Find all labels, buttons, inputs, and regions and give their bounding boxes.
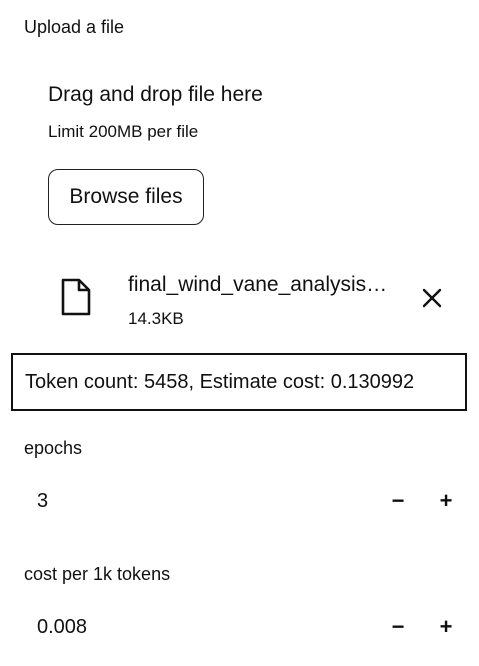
epochs-label: epochs xyxy=(24,438,83,458)
browse-files-button[interactable]: Browse files xyxy=(48,169,204,225)
dropzone-limit-text: Limit 200MB per file xyxy=(48,122,199,141)
close-icon xyxy=(422,288,442,308)
upload-label: Upload a file xyxy=(24,17,125,37)
epochs-increment-button[interactable]: + xyxy=(428,483,464,519)
cost-per-1k-input[interactable] xyxy=(24,605,376,649)
cost-decrement-button[interactable]: − xyxy=(380,609,416,645)
file-icon xyxy=(60,278,92,316)
dropzone-title: Drag and drop file here xyxy=(48,83,263,106)
epochs-input[interactable] xyxy=(24,479,376,523)
cost-increment-button[interactable]: + xyxy=(428,609,464,645)
uploaded-file-name: final_wind_vane_analysis… xyxy=(128,273,388,296)
token-count-output: Token count: 5458, Estimate cost: 0.1309… xyxy=(11,353,467,411)
cost-label: cost per 1k tokens xyxy=(24,564,171,584)
epochs-decrement-button[interactable]: − xyxy=(380,483,416,519)
token-count-text: Token count: 5458, Estimate cost: 0.1309… xyxy=(25,370,415,393)
uploaded-file-size: 14.3KB xyxy=(128,309,184,328)
remove-file-button[interactable] xyxy=(418,284,446,312)
